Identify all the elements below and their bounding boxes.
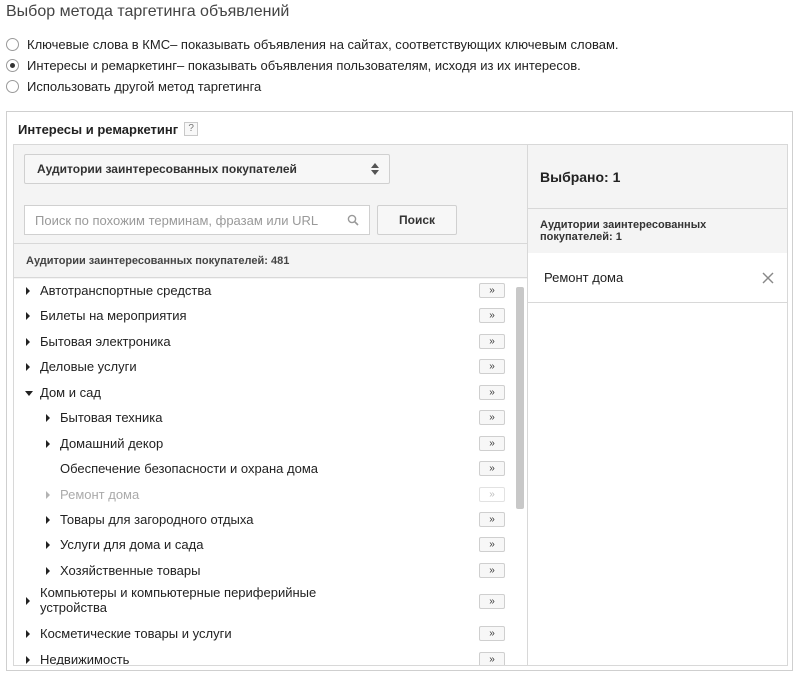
list-item[interactable]: Хозяйственные товары » <box>14 561 514 581</box>
help-icon[interactable]: ? <box>184 122 199 136</box>
add-audience-button[interactable]: » <box>479 308 505 323</box>
list-item-label: Бытовая электроника <box>40 334 171 349</box>
list-item-label: Деловые услуги <box>40 359 137 374</box>
list-item[interactable]: Товары для загородного отдыха » <box>14 510 514 530</box>
search-placeholder: Поиск по похожим терминам, фразам или UR… <box>35 212 319 228</box>
add-audience-button[interactable]: » <box>479 594 505 609</box>
audience-type-select-value: Аудитории заинтересованных покупателей <box>37 162 297 176</box>
expand-right-icon[interactable] <box>46 541 50 549</box>
list-item-label: Автотранспортные средства <box>40 283 212 298</box>
audience-browser: Аудитории заинтересованных покупателей П… <box>13 144 527 666</box>
list-item[interactable]: Ремонт дома » <box>14 485 514 505</box>
list-item-label: Обеспечение безопасности и охрана дома <box>60 461 318 476</box>
add-audience-button[interactable]: » <box>479 410 505 425</box>
selected-panel: Выбрано: 1 Аудитории заинтересованных по… <box>527 144 788 666</box>
add-audience-button[interactable]: » <box>479 283 505 298</box>
add-audience-button[interactable]: » <box>479 385 505 400</box>
list-item[interactable]: Услуги для дома и сада » <box>14 535 514 555</box>
expand-right-icon[interactable] <box>26 597 30 605</box>
close-icon[interactable] <box>761 271 775 285</box>
list-item-label: Хозяйственные товары <box>60 563 201 578</box>
add-audience-button[interactable]: » <box>479 563 505 578</box>
category-list: Недвижимость» Косметические товары и услу… <box>14 279 527 666</box>
list-item[interactable]: Домашний декор » <box>14 434 514 454</box>
targeting-option-interests[interactable]: Интересы и ремаркетинг – показывать объя… <box>6 55 581 75</box>
expand-down-icon[interactable] <box>25 391 33 396</box>
audience-type-select[interactable]: Аудитории заинтересованных покупателей <box>24 154 390 184</box>
scrollbar-thumb[interactable] <box>516 287 524 509</box>
add-audience-button[interactable]: » <box>479 359 505 374</box>
list-item-label: Товары для загородного отдыха <box>60 512 254 527</box>
list-item[interactable]: Автотранспортные средства » <box>14 281 514 301</box>
option-other-bold: Использовать другой метод таргетинга <box>27 78 262 94</box>
expand-right-icon[interactable] <box>46 491 50 499</box>
list-item[interactable]: Деловые услуги » <box>14 357 514 377</box>
search-icon <box>347 214 359 226</box>
add-audience-button[interactable]: » <box>479 487 505 502</box>
add-audience-button[interactable]: » <box>479 652 505 665</box>
list-item[interactable]: Бытовая электроника » <box>14 332 514 352</box>
add-audience-button[interactable]: » <box>479 626 505 641</box>
option-interests-desc: – показывать объявления пользователям, и… <box>176 57 581 73</box>
list-item-label: Домашний декор <box>60 436 164 451</box>
expand-right-icon[interactable] <box>46 414 50 422</box>
expand-right-icon[interactable] <box>26 363 30 371</box>
targeting-option-other[interactable]: Использовать другой метод таргетинга <box>6 76 261 96</box>
add-audience-button[interactable]: » <box>479 537 505 552</box>
expand-right-icon[interactable] <box>46 567 50 575</box>
list-item[interactable]: Обеспечение безопасности и охрана дома » <box>14 459 514 479</box>
list-item-label: Билеты на мероприятия <box>40 308 187 323</box>
radio-other[interactable] <box>6 79 19 93</box>
list-header: Аудитории заинтересованных покупателей: … <box>14 243 527 278</box>
page-title: Выбор метода таргетинга объявлений <box>6 3 290 20</box>
search-input[interactable]: Поиск по похожим терминам, фразам или UR… <box>24 205 370 235</box>
radio-keywords[interactable] <box>6 37 19 51</box>
expand-right-icon[interactable] <box>46 516 50 524</box>
list-item-label: Дом и сад <box>40 385 101 400</box>
list-item-label: Компьютеры и компьютерные периферийные у… <box>40 585 317 615</box>
option-keywords-bold: Ключевые слова в КМС <box>27 36 171 52</box>
option-interests-bold: Интересы и ремаркетинг <box>27 57 177 73</box>
targeting-option-keywords[interactable]: Ключевые слова в КМС – показывать объявл… <box>6 34 619 54</box>
list-item-label: Бытовая техника <box>60 410 163 425</box>
list-item-label: Ремонт дома <box>60 487 140 502</box>
search-button[interactable]: Поиск <box>377 205 457 235</box>
add-audience-button[interactable]: » <box>479 436 505 451</box>
updown-arrows-icon <box>371 162 379 176</box>
expand-right-icon[interactable] <box>26 312 30 320</box>
panel-title: Интересы и ремаркетинг <box>18 121 179 137</box>
expand-right-icon[interactable] <box>46 440 50 448</box>
expand-right-icon[interactable] <box>26 630 30 638</box>
interests-panel: Интересы и ремаркетинг ? Аудитории заинт… <box>6 111 793 671</box>
selected-count: Выбрано: 1 <box>528 145 787 209</box>
list-item-label: Косметические товары и услуги <box>40 626 232 641</box>
expand-right-icon[interactable] <box>26 656 30 664</box>
list-item[interactable]: Билеты на мероприятия » <box>14 306 514 326</box>
selected-item: Ремонт дома <box>528 253 787 303</box>
expand-right-icon[interactable] <box>26 338 30 346</box>
add-audience-button[interactable]: » <box>479 334 505 349</box>
selected-item-label: Ремонт дома <box>544 270 624 285</box>
expand-right-icon[interactable] <box>26 287 30 295</box>
panel-header: Интересы и ремаркетинг ? <box>18 120 199 138</box>
list-item[interactable]: Недвижимость » <box>14 650 514 666</box>
list-item[interactable]: Косметические товары и услуги » <box>14 624 514 644</box>
add-audience-button[interactable]: » <box>479 512 505 527</box>
add-audience-button[interactable]: » <box>479 461 505 476</box>
option-keywords-desc: – показывать объявления на сайтах, соотв… <box>170 36 619 52</box>
list-item-label: Недвижимость <box>40 652 130 666</box>
list-item[interactable]: Дом и сад » <box>14 383 514 403</box>
list-item[interactable]: Бытовая техника » <box>14 408 514 428</box>
radio-interests[interactable] <box>6 58 19 72</box>
list-item-label: Услуги для дома и сада <box>60 537 204 552</box>
list-item[interactable]: Компьютеры и компьютерные периферийные у… <box>14 585 514 617</box>
selected-group-label: Аудитории заинтересованных покупателей: … <box>528 209 787 253</box>
